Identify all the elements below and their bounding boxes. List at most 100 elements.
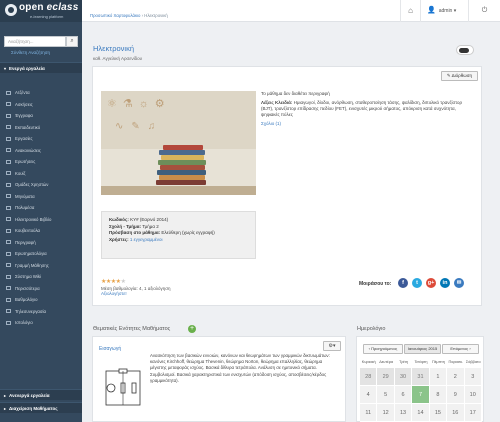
school-label: Σχολή - Τμήμα: <box>109 223 142 229</box>
calendar-weekdays: Κυριακή Δευτέρα Τρίτη Τετάρτη Πέμπτη Παρασκ. Σ… <box>360 360 482 364</box>
course-instructor: καθ. Αγγελική Αρσενίδου <box>93 56 143 61</box>
calendar-panel: ‹ Προηγούμενος Ιανουάριος 2015 Επόμενος … <box>356 336 484 422</box>
code-value: ΚΥ# (Εαρινό 2014) <box>130 217 169 222</box>
sidebar-item[interactable]: Ομάδες Χρηστών <box>0 179 82 191</box>
active-tools-header[interactable]: ▾ Ενεργά εργαλεία <box>0 62 82 73</box>
breadcrumb-root[interactable]: Προσωπικό Χαρτοφυλάκιο <box>90 13 140 18</box>
calendar-day[interactable]: 12 <box>377 404 395 422</box>
sidebar-item[interactable]: Περιγραφή <box>0 237 82 249</box>
sidebar-item[interactable]: Ερωτηματολόγια <box>0 248 82 260</box>
sidebar-item[interactable]: Ατζέντα <box>0 87 82 99</box>
rate-link[interactable]: Αξιολογήστε! <box>101 291 171 296</box>
star-rating[interactable]: ★★★★★ <box>101 278 171 285</box>
keywords-value: Ημιαγωγοί, δίοδοι, ανόρθωση, σταθεροποίη… <box>261 100 463 117</box>
tool-icon <box>6 309 11 313</box>
calendar-current-month: Ιανουάριος 2015 <box>404 344 441 354</box>
calendar-next-button[interactable]: Επόμενος › <box>442 344 479 354</box>
sidebar-item[interactable]: Ασκήσεις <box>0 99 82 111</box>
calendar-day[interactable]: 8 <box>429 386 448 404</box>
sidebar-item[interactable]: Ηλεκτρονικό Βιβλίο <box>0 214 82 226</box>
breadcrumb: Προσωπικό Χαρτοφυλάκιο › Ηλεκτρονική <box>90 13 168 18</box>
sidebar-item-label: Πολυμέσα <box>15 205 35 210</box>
sidebar-item[interactable]: Σύστημα Wiki <box>0 271 82 283</box>
sidebar-item[interactable]: Βαθμολόγιο <box>0 294 82 306</box>
inactive-tools-header[interactable]: ▸ Ανενεργά εργαλεία <box>0 389 82 400</box>
calendar-day[interactable]: 14 <box>412 404 430 422</box>
course-info-panel: ✎ Διόρθωση ⚛⚗☼⚙ ∿✎♫ Το μάθημα δεν διαθέτ… <box>92 66 482 306</box>
calendar-day[interactable]: 28 <box>360 368 378 386</box>
sidebar-item[interactable]: Μηνύματα <box>0 191 82 203</box>
calendar-day[interactable]: 1 <box>429 368 448 386</box>
sidebar-item[interactable]: Κουίζ <box>0 168 82 180</box>
calendar-day[interactable]: 3 <box>464 368 482 386</box>
facebook-icon[interactable]: f <box>398 278 408 288</box>
linkedin-icon[interactable]: in <box>440 278 450 288</box>
sidebar-item[interactable]: Εκπαιδευτικό <box>0 122 82 134</box>
calendar-day-today[interactable]: 7 <box>412 386 430 404</box>
calendar-day[interactable]: 13 <box>394 404 413 422</box>
sidebar-item[interactable]: Έγγραφα <box>0 110 82 122</box>
search-button[interactable]: ⌕ <box>66 36 78 47</box>
tool-icon <box>6 159 11 164</box>
calendar-day[interactable]: 31 <box>412 368 430 386</box>
sidebar-item[interactable]: Ερωτήσεις <box>0 156 82 168</box>
calendar-day[interactable]: 16 <box>447 404 465 422</box>
calendar-day[interactable]: 4 <box>360 386 378 404</box>
keywords-line: Λέξεις Κλειδιά: Ημιαγωγοί, δίοδοι, ανόρθ… <box>261 100 473 118</box>
weekday-label: Σάββατο <box>465 360 481 364</box>
visibility-toggle[interactable] <box>456 45 474 55</box>
sidebar-item[interactable]: Κουβεντούλα <box>0 225 82 237</box>
unit-actions-button[interactable]: ⚙▾ <box>323 341 341 351</box>
chevron-down-icon: ▾ <box>4 66 7 71</box>
sidebar-item[interactable]: Πολυμέσα <box>0 202 82 214</box>
calendar-day[interactable]: 9 <box>447 386 465 404</box>
users-link[interactable]: 1 εγγεγραμμένοι <box>130 237 163 242</box>
calendar-day[interactable]: 15 <box>429 404 448 422</box>
calendar-day[interactable]: 29 <box>377 368 395 386</box>
search-input[interactable]: Αναζήτηση... <box>4 36 66 47</box>
sidebar-item[interactable]: Τηλεσυνεργασία <box>0 306 82 318</box>
sidebar-item[interactable]: Ανακοινώσεις <box>0 145 82 157</box>
units-heading: Θεματικές Ενότητες Μαθήματος <box>93 326 171 332</box>
desk-surface <box>101 186 256 195</box>
star-icon[interactable]: ★ <box>121 279 126 285</box>
comments-link[interactable]: Σχόλιο (1) <box>261 121 473 127</box>
sidebar-item[interactable]: Περισσότερα <box>0 283 82 295</box>
course-description: Το μάθημα δεν διαθέτει περιγραφή Λέξεις … <box>261 91 473 127</box>
description-intro: Το μάθημα δεν διαθέτει περιγραφή <box>261 91 330 96</box>
twitter-icon[interactable]: t <box>412 278 422 288</box>
user-menu[interactable]: 👤 admin ▾ <box>420 0 468 22</box>
logout-button[interactable]: ⏻ <box>468 0 500 22</box>
sidebar-item[interactable]: Γραμμή Μάθησης <box>0 260 82 272</box>
course-admin-header[interactable]: ▸ Διαχείριση Μαθήματος <box>0 402 82 413</box>
home-button[interactable]: ⌂ <box>400 0 420 22</box>
calendar-prev-button[interactable]: ‹ Προηγούμενος <box>363 344 403 354</box>
email-icon[interactable]: ✉ <box>454 278 464 288</box>
sidebar-item-label: Έγγραφα <box>15 113 33 118</box>
sidebar-item-label: Ερωτηματολόγια <box>15 251 47 256</box>
book-spine <box>156 180 206 185</box>
sidebar-item-label: Ιστολόγιο <box>15 320 33 325</box>
sidebar-item[interactable]: Εργασίες <box>0 133 82 145</box>
unit-title-link[interactable]: Εισαγωγή <box>99 346 121 352</box>
calendar-day[interactable]: 17 <box>464 404 482 422</box>
weekday-label: Τετάρτη <box>414 360 428 364</box>
google-plus-icon[interactable]: g+ <box>426 278 436 288</box>
course-title: Ηλεκτρονική <box>93 44 134 53</box>
units-panel: Εισαγωγή ⚙▾ Ανασκόπηση των βασικών εννοι… <box>92 336 346 422</box>
calendar-day[interactable]: 2 <box>447 368 465 386</box>
advanced-search-link[interactable]: Σύνθετη Αναζήτηση <box>11 50 50 55</box>
brand-logo[interactable]: open eclass e-learning platform <box>0 0 82 22</box>
tool-icon <box>6 205 11 210</box>
calendar-day[interactable]: 6 <box>394 386 413 404</box>
edit-button[interactable]: ✎ Διόρθωση <box>440 71 478 81</box>
calendar-day[interactable]: 30 <box>394 368 413 386</box>
tool-icon <box>6 240 11 244</box>
calendar-day[interactable]: 11 <box>360 404 378 422</box>
logo-icon <box>5 4 17 16</box>
tool-icon <box>6 274 11 279</box>
sidebar-item[interactable]: Ιστολόγιο <box>0 317 82 329</box>
calendar-day[interactable]: 10 <box>464 386 482 404</box>
add-icon[interactable]: + <box>188 325 196 333</box>
calendar-day[interactable]: 5 <box>377 386 395 404</box>
